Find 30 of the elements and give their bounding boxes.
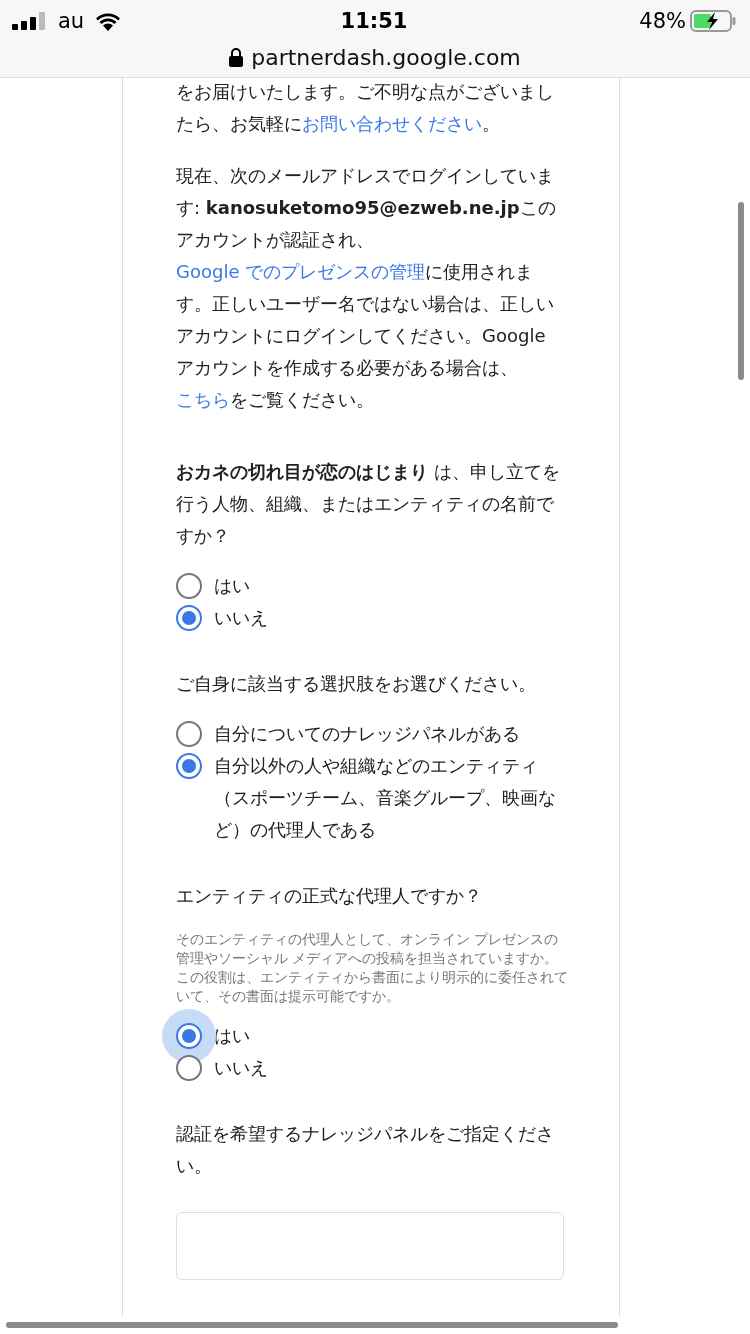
url-text[interactable]: partnerdash.google.com [251, 44, 521, 70]
text-link[interactable]: お問い合わせください [302, 113, 482, 134]
option-label: 自分についてのナレッジパネルがある [214, 722, 520, 746]
signal-icon [12, 12, 48, 30]
lock-icon [229, 47, 244, 67]
text-link[interactable]: Google でのプレゼンスの管理 [176, 261, 426, 282]
radio-button[interactable] [176, 753, 202, 779]
paragraph: をお届けいたします。ご不明な点がございましたら、お気軽にお問い合わせください。 [176, 80, 555, 136]
wifi-icon [94, 11, 123, 31]
question-text: おカネの切れ目が恋のはじまり は、申し立てを行う人物、組織、またはエンティティの名前ですか？ [176, 460, 561, 548]
option-label: はい [214, 1024, 250, 1048]
help-text: そのエンティティの代理人として、オンライン プレゼンスの管理やソーシャル メディアへの投稿を担当されていますか。この役割は、エンティティから書面により明示的に委任されていて、その書面は提示可能ですか。 [176, 930, 568, 1006]
radio-button[interactable] [176, 1055, 202, 1081]
battery-percent: 48% [639, 9, 686, 33]
clock-time: 11:51 [340, 9, 408, 33]
battery-charging-icon [690, 10, 736, 32]
carrier-name: au [58, 9, 85, 33]
text-link[interactable]: こちら [176, 389, 230, 410]
question-text: 認証を希望するナレッジパネルをご指定ください。 [176, 1122, 555, 1178]
question-text: エンティティの正式な代理人ですか？ [176, 884, 483, 908]
radio-button[interactable] [176, 721, 202, 747]
option-label: はい [214, 574, 250, 598]
radio-button[interactable] [176, 605, 202, 631]
option-label: いいえ [214, 1056, 268, 1080]
radio-button[interactable] [176, 573, 202, 599]
question-text: ご自身に該当する選択肢をお選びください。 [176, 672, 537, 696]
option-label: いいえ [214, 606, 268, 630]
input-field[interactable] [176, 1212, 564, 1280]
paragraph: 現在、次のメールアドレスでログインしています: kanosuketomo95@ezweb.ne.jpこのアカウントが認証され、 Google でのプレゼンスの管理に使用されます。正しいユーザー名ではない場合は、正しいアカウントにログインしてください。Google アカウントを作成する必要がある場合は、 こちら をご覧ください。 [176, 164, 557, 412]
option-label: 自分以外の人や組織などのエンティティ（スポーツチーム、音楽グループ、映画など）の代理人である [214, 754, 557, 842]
